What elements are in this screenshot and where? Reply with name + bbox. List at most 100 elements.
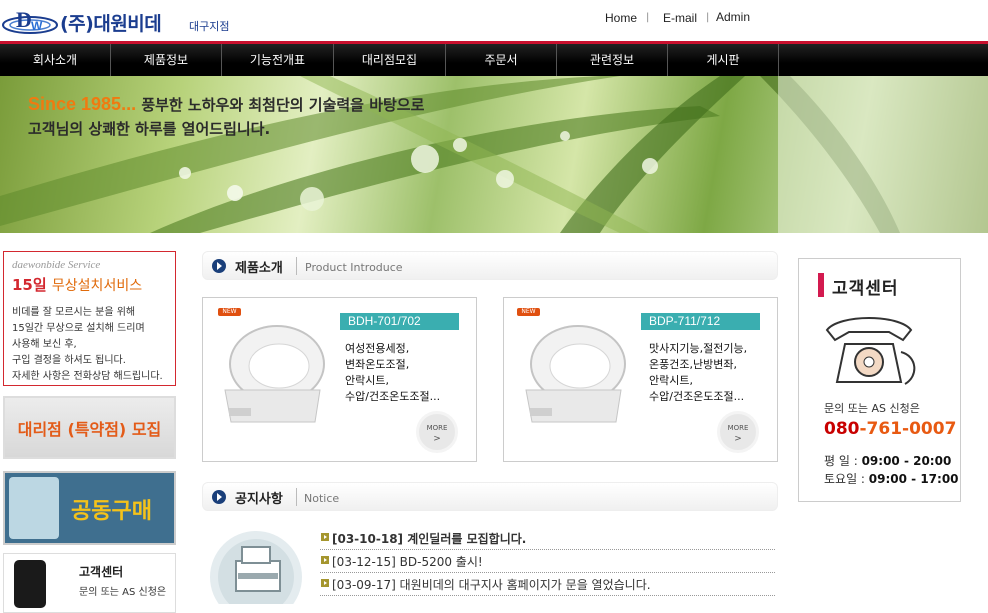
logo[interactable]: D W (주)대원비데 대구지점 [0,0,230,40]
service-description: 비데를 잘 모르시는 분을 위해 15일간 무상으로 설치해 드리며 사용해 보… [12,305,163,385]
service-line: 사용해 보신 후, [12,339,77,350]
section-title: 공지사항 [235,492,283,507]
new-badge: NEW [517,308,540,316]
notice-text: [03-09-17] 대원비데의 대구지사 홈페이지가 문을 열었습니다. [332,578,651,592]
service-en-title: daewonbide Service [12,259,101,271]
bullet-icon [321,556,329,564]
svg-text:W: W [31,19,43,33]
nav-divider [778,44,779,76]
nav-item-order[interactable]: 주문서 [446,44,556,76]
dealer-banner-text: 대리점 (특약점) 모집 [17,420,162,439]
more-label: MORE [426,424,448,432]
feature-line: 변좌온도조절, [345,358,410,371]
header-divider [296,488,297,506]
customer-center-box: 고객센터 문의 또는 AS 신청은 080-761-0007 평 일 : 09:… [798,258,961,502]
section-subtitle: Notice [304,492,340,505]
product-section-header: 제품소개 Product Introduce [202,251,778,280]
svg-text:D: D [16,7,32,32]
cs-sub: 문의 또는 AS 신청은 [824,402,920,415]
notice-section-header: 공지사항 Notice [202,482,778,511]
logo-mark-icon: D W [2,7,58,34]
cs-title: 고객센터 [832,279,899,299]
notice-item[interactable]: [03-10-18] 계인딜러를 모집합니다. [320,528,775,550]
admin-link[interactable]: Admin [716,10,750,24]
product-model: BDH-701/702 [340,313,459,330]
more-button[interactable]: MORE > [717,411,759,453]
header-divider [296,257,297,275]
feature-line: 수압/건조온도조절... [345,390,441,403]
product-card[interactable]: NEW BDP-711/712 맛사지기능,절전기능, 온풍건조,난방변좌, 안… [503,297,778,462]
notice-item[interactable]: [03-12-15] BD-5200 출시! [320,551,775,573]
service-line: 15일간 무상으로 설치해 드리며 [12,323,145,334]
feature-line: 안락시트, [345,374,389,387]
notice-text: [03-10-18] 계인딜러를 모집합니다. [332,532,527,546]
bullet-icon [321,533,329,541]
arrow-circle-icon [212,259,226,273]
phone-icon [14,560,46,608]
section-title: 제품소개 [235,261,283,276]
more-arrow-icon: > [734,434,742,444]
service-title: 15일 무상설치서비스 [12,274,142,295]
hours-label: 토요일 : [824,472,869,486]
notice-text: [03-12-15] BD-5200 출시! [332,555,483,569]
phone-rest: -761-0007 [859,419,957,439]
fax-machine-icon [210,531,302,604]
hero-since: Since 1985... [28,94,137,114]
link-separator: | [706,12,710,23]
feature-line: 안락시트, [649,374,693,387]
service-line: 비데를 잘 모르시는 분을 위해 [12,307,136,318]
notice-item[interactable]: [03-09-17] 대원비데의 대구지사 홈페이지가 문을 열었습니다. [320,574,775,596]
product-features: 맛사지기능,절전기능, 온풍건조,난방변좌, 안락시트, 수압/건조온도조절..… [649,341,747,405]
hours-value: 09:00 - 20:00 [861,454,952,468]
nav-item-company[interactable]: 회사소개 [0,44,110,76]
logo-name: (주)대원비데 [60,13,162,35]
product-model: BDP-711/712 [641,313,760,330]
nav-item-info[interactable]: 관련정보 [557,44,667,76]
group-buy-text: 공동구매 [71,499,152,524]
cs-hours-weekday: 평 일 : 09:00 - 20:00 [824,452,951,469]
email-link[interactable]: E-mail [663,11,697,25]
product-card[interactable]: NEW BDH-701/702 여성전용세정, 변좌온도조절, 안락시트, 수압… [202,297,477,462]
logo-branch: 대구지점 [189,20,230,33]
service-title-text: 무상설치서비스 [51,278,143,294]
more-arrow-icon: > [433,434,441,444]
feature-line: 온풍건조,난방변좌, [649,358,737,371]
group-buy-banner[interactable]: 공동구매 [3,471,176,545]
cs-phone-number[interactable]: 080-761-0007 [824,419,956,439]
bidet-seat-image [224,325,325,423]
more-button[interactable]: MORE > [416,411,458,453]
dealer-recruit-banner[interactable]: 대리점 (특약점) 모집 [3,396,176,459]
feature-line: 맛사지기능,절전기능, [649,342,748,355]
nav-item-board[interactable]: 게시판 [668,44,778,76]
hours-value: 09:00 - 17:00 [868,472,959,486]
product-features: 여성전용세정, 변좌온도조절, 안락시트, 수압/건조온도조절... [345,341,440,405]
telephone-icon [825,317,916,385]
nav-item-dealer[interactable]: 대리점모집 [334,44,445,76]
bidet-seat-image [525,325,626,423]
phone-prefix: 080 [824,419,860,439]
bullet-icon [321,579,329,587]
left-cs-title: 고객센터 [79,565,124,579]
more-label: MORE [727,424,749,432]
home-link[interactable]: Home [605,11,637,25]
nav-item-features[interactable]: 기능전개표 [222,44,333,76]
hero-banner: Since 1985... 풍부한 노하우와 최첨단의 기술력을 바탕으로 고객… [0,76,988,233]
hours-label: 평 일 : [824,454,862,468]
hero-line-2: 고객님의 상쾌한 하루를 열어드립니다. [28,120,271,138]
left-cs-sub: 문의 또는 AS 신청은 [79,587,167,598]
title-accent-bar [818,273,824,297]
bidet-image [9,477,59,539]
nav-item-products[interactable]: 제품정보 [111,44,221,76]
link-separator: | [646,12,650,23]
feature-line: 수압/건조온도조절... [649,390,745,403]
service-line: 자세한 사항은 전화상담 해드립니다. [12,371,163,382]
new-badge: NEW [218,308,241,316]
left-customer-center[interactable]: 고객센터 문의 또는 AS 신청은 [3,553,176,613]
cs-hours-saturday: 토요일 : 09:00 - 17:00 [824,470,959,487]
section-subtitle: Product Introduce [305,261,403,274]
service-line: 구입 결정을 하셔도 됩니다. [12,355,126,366]
service-days: 15일 [12,276,47,294]
feature-line: 여성전용세정, [345,342,410,355]
hero-line-1: Since 1985... 풍부한 노하우와 최첨단의 기술력을 바탕으로 [28,94,424,115]
free-install-service-box[interactable]: daewonbide Service 15일 무상설치서비스 비데를 잘 모르시… [3,251,176,386]
